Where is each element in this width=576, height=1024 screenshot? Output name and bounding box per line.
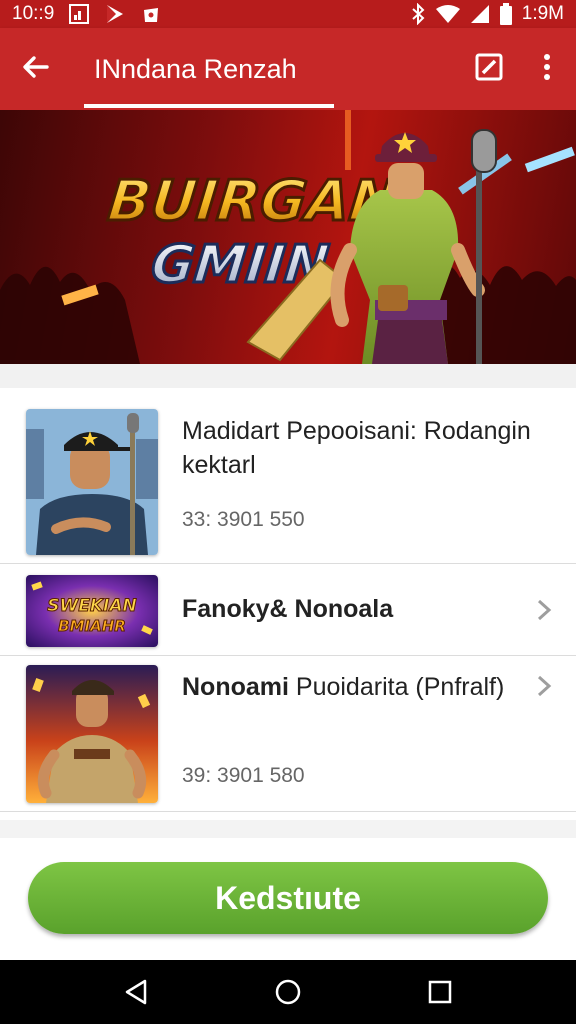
tab-indicator [84, 104, 334, 108]
item-thumbnail: SWEKIAN BMIAHR [26, 575, 158, 647]
hero-banner[interactable]: BUIRGAN GMIIN [0, 110, 576, 364]
item-meta: 39: 3901 580 [182, 764, 305, 787]
circle-home-icon [275, 979, 301, 1005]
play-store-icon [104, 3, 126, 25]
list-item[interactable]: SWEKIAN BMIAHR Fanoky& Nonoala [0, 564, 576, 656]
wifi-icon [435, 4, 460, 24]
title-tab[interactable]: INndana Renzah [70, 28, 340, 110]
back-button[interactable] [0, 28, 70, 110]
page-title: INndana Renzah [94, 53, 297, 84]
status-clock: 1:9M [521, 3, 564, 24]
nav-home-button[interactable] [258, 962, 318, 1022]
chevron-right-icon [537, 675, 552, 697]
nav-back-button[interactable] [106, 962, 166, 1022]
item-thumbnail [26, 665, 158, 803]
item-thumbnail [26, 409, 158, 555]
primary-action-button[interactable]: Kedstıute [28, 862, 548, 934]
more-options-button[interactable] [518, 28, 576, 110]
more-vert-icon [542, 53, 552, 86]
item-title-bold: Nonoami [182, 673, 289, 701]
item-title: Nonoami Puoidarita (Pnfralf) [182, 670, 562, 704]
bluetooth-icon [410, 3, 426, 25]
signal-icon [470, 4, 490, 24]
item-meta: 33: 3901 550 [182, 508, 305, 531]
list-item[interactable]: Nonoami Puoidarita (Pnfralf) 39: 3901 58… [0, 656, 576, 812]
notification-box-icon [68, 3, 90, 25]
item-title-rest: Puoidarita (Pnfralf) [288, 673, 505, 701]
square-recents-icon [428, 980, 452, 1004]
item-title: Madidart Pepooisani: Rodangin kektarl [182, 417, 531, 479]
chevron-right-icon [537, 599, 552, 621]
edit-button[interactable] [460, 28, 518, 110]
hero-artwork: BUIRGAN GMIIN [0, 110, 576, 364]
status-time: 10::9 [12, 3, 55, 24]
shop-bag-icon [140, 3, 162, 25]
item-title: Fanoky& Nonoala [182, 595, 394, 623]
app-bar: INndana Renzah [0, 28, 576, 110]
system-nav-bar [0, 960, 576, 1024]
list-item[interactable]: Madidart Pepooisani: Rodangin kektarl 33… [0, 388, 576, 564]
battery-icon [499, 3, 512, 25]
thumb-title-1: SWEKIAN [47, 596, 137, 616]
bottom-area: Kedstıute [0, 820, 576, 960]
edit-square-icon [475, 53, 503, 86]
thumb-title-2: BMIAHR [58, 617, 126, 635]
triangle-back-icon [125, 979, 147, 1005]
arrow-back-icon [21, 53, 49, 86]
nav-recents-button[interactable] [410, 962, 470, 1022]
status-bar: 10::9 1:9M [0, 0, 576, 28]
section-divider [0, 364, 576, 388]
